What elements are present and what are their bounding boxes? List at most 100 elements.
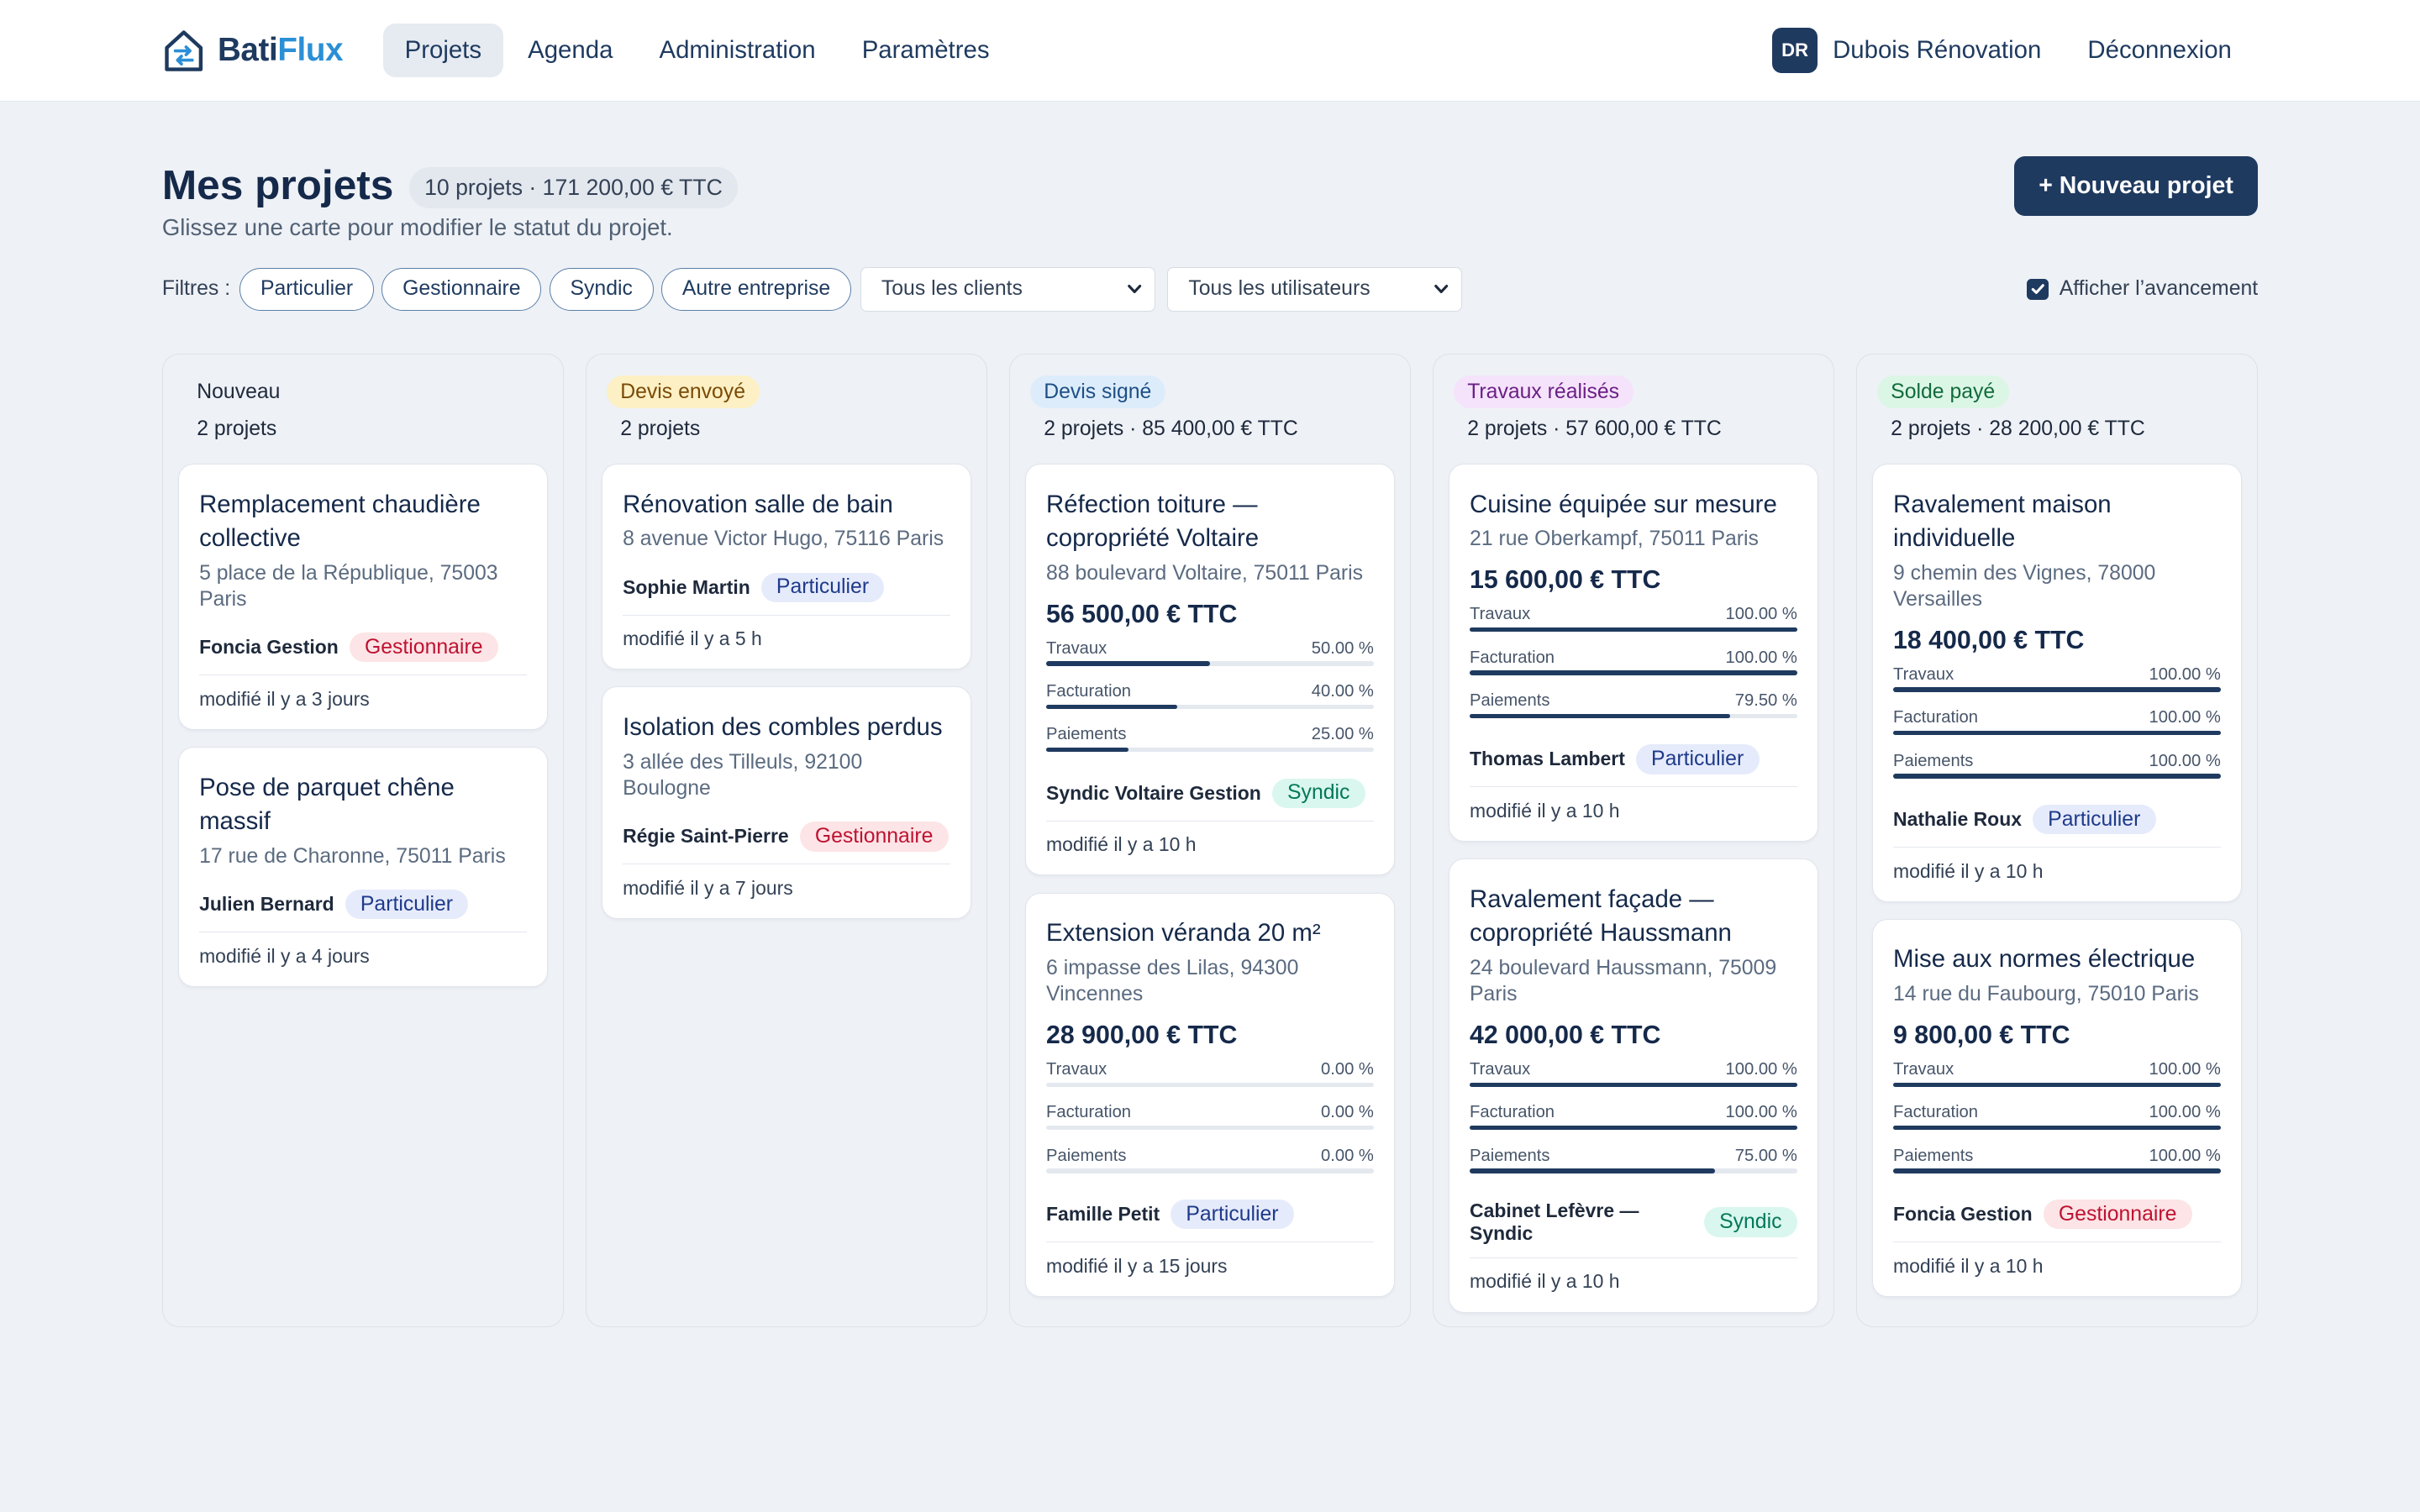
chevron-down-icon (1127, 285, 1141, 294)
progress-row: Facturation 100.00 % (1470, 648, 1797, 669)
last-modified: modifié il y a 5 h (623, 627, 762, 650)
progress-bar (1470, 713, 1797, 719)
progress-bar (1046, 747, 1374, 753)
progress-value: 0.00 % (1321, 1060, 1374, 1079)
project-amount: 56 500,00 € TTC (1046, 600, 1238, 628)
column-count: 2 projets (620, 417, 701, 441)
column-count: 2 projets · 85 400,00 € TTC (1044, 417, 1298, 441)
nav-item-administration[interactable]: Administration (638, 24, 838, 76)
column-status-badge: Travaux réalisés (1453, 375, 1634, 409)
project-title: Mise aux normes électrique (1893, 945, 2196, 974)
project-title: Remplacement chaudière collective (199, 490, 481, 552)
account-name[interactable]: Dubois Rénovation (1833, 36, 2041, 65)
progress-bar (1046, 1125, 1374, 1131)
progress-bar-fill (1893, 774, 2221, 779)
project-client: Foncia Gestion Gestionnaire (199, 622, 527, 676)
last-modified: modifié il y a 10 h (1470, 1270, 1620, 1293)
progress-value: 100.00 % (2149, 664, 2221, 684)
progress-bar-fill (1046, 747, 1128, 753)
project-amount: 42 000,00 € TTC (1470, 1021, 1661, 1050)
progress-row: Travaux 0.00 % (1046, 1059, 1374, 1081)
project-card[interactable]: Ravalement façade — copropriété Haussman… (1449, 858, 1818, 1313)
project-card[interactable]: Mise aux normes électrique 14 rue du Faub… (1872, 918, 2242, 1297)
page-title: Mes projets (161, 161, 394, 209)
title-row: Mes projets 10 projets · 171 200,00 € TT… (161, 160, 739, 209)
progress-value: 50.00 % (1311, 638, 1374, 658)
nav-item-projets[interactable]: Projets (382, 24, 503, 77)
user-select[interactable]: Tous les utilisateurs (1167, 266, 1463, 312)
progress-value: 40.00 % (1311, 682, 1374, 701)
progress-row: Paiements 0.00 % (1046, 1146, 1374, 1168)
project-client: Famille Petit Particulier (1046, 1189, 1374, 1243)
column-header: Devis signé 2 projets · 85 400,00 € TTC (1025, 354, 1395, 464)
project-address: 14 rue du Faubourg, 75010 Paris (1893, 983, 2199, 1006)
project-card[interactable]: Extension véranda 20 m² 6 impasse des Lil… (1025, 892, 1395, 1297)
progress-bar (1046, 1082, 1374, 1088)
brand[interactable]: BatiFlux (162, 28, 344, 74)
show-progress-toggle[interactable]: Afficher l’avancement (2027, 277, 2258, 301)
progress-bar (1893, 687, 2221, 692)
project-title: Cuisine équipée sur mesure (1470, 490, 1777, 518)
progress-bar-fill (1046, 661, 1210, 666)
client-name: Nathalie Roux (1893, 808, 2022, 831)
project-card[interactable]: Rénovation salle de bain 8 avenue Victor … (602, 463, 971, 670)
column-status-badge: Devis envoyé (606, 375, 760, 409)
progress-label: Paiements (1470, 691, 1550, 710)
progress-value: 100.00 % (2149, 1146, 2221, 1165)
progress-label: Travaux (1893, 664, 1954, 684)
progress-bar (1470, 1125, 1797, 1131)
client-type-badge: Syndic (1703, 1207, 1797, 1237)
progress-row: Travaux 100.00 % (1893, 1059, 2221, 1081)
progress-row: Facturation 100.00 % (1893, 1102, 2221, 1124)
filter-chip-syndic[interactable]: Syndic (549, 267, 654, 312)
project-card[interactable]: Ravalement maison individuelle 9 chemin d… (1872, 463, 2242, 902)
new-project-button[interactable]: + Nouveau projet (2013, 155, 2259, 217)
progress-bar (1470, 1082, 1797, 1088)
project-card[interactable]: Cuisine équipée sur mesure 21 rue Oberkam… (1449, 463, 1818, 842)
client-type-badge: Particulier (2032, 804, 2156, 835)
filter-chip-autre-entreprise[interactable]: Autre entreprise (660, 267, 851, 312)
client-type-badge: Syndic (1271, 778, 1365, 808)
nav-item-agenda[interactable]: Agenda (506, 24, 634, 76)
column-header: Solde payé 2 projets · 28 200,00 € TTC (1872, 354, 2242, 464)
progress-label: Facturation (1893, 1103, 1979, 1122)
avatar[interactable]: DR (1772, 28, 1818, 73)
project-amount: 15 600,00 € TTC (1470, 566, 1661, 595)
progress-group: Travaux 100.00 % Facturation 100.00 % Paieme… (1893, 664, 2221, 779)
progress-label: Facturation (1470, 648, 1555, 667)
project-client: Régie Saint-Pierre Gestionnaire (623, 811, 950, 865)
project-address: 17 rue de Charonne, 75011 Paris (199, 844, 506, 868)
filter-chip-gestionnaire[interactable]: Gestionnaire (381, 267, 542, 312)
column-count: 2 projets · 28 200,00 € TTC (1891, 417, 2145, 441)
client-select[interactable]: Tous les clients (860, 266, 1155, 312)
project-card[interactable]: Réfection toiture — copropriété Voltaire… (1025, 463, 1395, 876)
project-card[interactable]: Pose de parquet chêne massif 17 rue de Ch… (178, 747, 548, 987)
client-select-value: Tous les clients (881, 277, 1023, 301)
nav-item-parametres[interactable]: Paramètres (840, 24, 1011, 76)
last-modified: modifié il y a 10 h (1046, 833, 1197, 856)
last-modified: modifié il y a 7 jours (623, 876, 793, 899)
filter-chip-particulier[interactable]: Particulier (239, 267, 375, 312)
logout-link[interactable]: Déconnexion (2087, 36, 2231, 65)
progress-row: Facturation 0.00 % (1046, 1102, 1374, 1124)
progress-bar-fill (1470, 627, 1797, 633)
project-card[interactable]: Remplacement chaudière collective 5 place… (178, 463, 548, 730)
column-status-badge: Solde payé (1876, 375, 2009, 409)
column-header: Nouveau 2 projets (178, 354, 548, 464)
progress-value: 0.00 % (1321, 1146, 1374, 1165)
progress-row: Travaux 50.00 % (1046, 638, 1374, 660)
client-name: Syndic Voltaire Gestion (1046, 781, 1261, 804)
project-card[interactable]: Isolation des combles perdus 3 allée des … (602, 686, 971, 919)
show-progress-checkbox[interactable] (2027, 278, 2049, 301)
progress-bar (1470, 1168, 1797, 1173)
progress-bar-fill (1470, 713, 1730, 719)
client-type-badge: Gestionnaire (2043, 1200, 2192, 1230)
kanban-column: Solde payé 2 projets · 28 200,00 € TTC Rav… (1855, 353, 2259, 1327)
show-progress-label: Afficher l’avancement (2059, 277, 2259, 301)
progress-group: Travaux 50.00 % Facturation 40.00 % Paiement… (1046, 638, 1374, 753)
progress-value: 100.00 % (1725, 1103, 1797, 1122)
chevron-down-icon (1434, 285, 1449, 294)
progress-bar-fill (1470, 1082, 1797, 1088)
progress-label: Travaux (1046, 1060, 1107, 1079)
main-nav: Projets Agenda Administration Paramètres (382, 24, 1011, 77)
